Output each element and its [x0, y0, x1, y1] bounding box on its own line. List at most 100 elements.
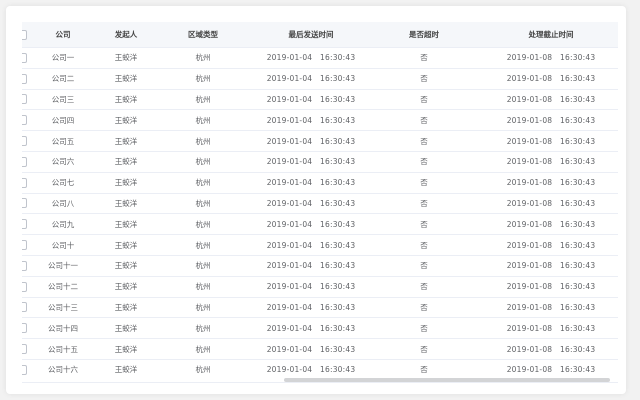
row-checkbox[interactable] — [22, 172, 34, 194]
column-header-timeout[interactable]: 是否超时 — [376, 22, 472, 48]
checkbox-icon — [22, 136, 27, 147]
cell-deadline: 2019-01-08 16:30:43 — [472, 297, 618, 319]
cell-company: 公司五 — [34, 130, 92, 152]
select-all-checkbox[interactable] — [22, 22, 34, 48]
cell-timeout: 否 — [376, 234, 472, 256]
column-header-last-sent[interactable]: 最后发送时间 — [246, 22, 376, 48]
row-checkbox[interactable] — [22, 109, 34, 132]
row-checkbox[interactable] — [22, 47, 34, 69]
cell-last-sent: 2019-01-04 16:30:43 — [246, 130, 376, 152]
horizontal-scrollbar[interactable] — [22, 378, 618, 383]
scrollbar-thumb[interactable] — [284, 378, 610, 382]
cell-company: 公司八 — [34, 193, 92, 215]
column-header-region[interactable]: 区域类型 — [160, 22, 246, 48]
column-header-initiator[interactable]: 发起人 — [92, 22, 160, 48]
cell-initiator: 王蛟洋 — [92, 172, 160, 194]
cell-last-sent: 2019-01-04 16:30:43 — [246, 276, 376, 298]
cell-region: 杭州 — [160, 47, 246, 69]
cell-initiator: 王蛟洋 — [92, 255, 160, 277]
cell-region: 杭州 — [160, 297, 246, 319]
cell-company: 公司九 — [34, 213, 92, 236]
table-row[interactable]: 公司五 王蛟洋 杭州 2019-01-04 16:30:43 否 2019-01-08 1… — [22, 130, 618, 152]
cell-last-sent: 2019-01-04 16:30:43 — [246, 47, 376, 69]
cell-last-sent: 2019-01-04 16:30:43 — [246, 317, 376, 340]
cell-initiator: 王蛟洋 — [92, 359, 160, 380]
table-viewport: 公司 发起人 区域类型 最后发送时间 是否超时 处理截止时间 公司一 王蛟洋 杭州 2… — [22, 22, 618, 380]
cell-timeout: 否 — [376, 276, 472, 298]
checkbox-icon — [22, 156, 27, 167]
cell-timeout: 否 — [376, 338, 472, 360]
cell-company: 公司六 — [34, 151, 92, 173]
cell-initiator: 王蛟洋 — [92, 276, 160, 298]
table-row[interactable]: 公司十三 王蛟洋 杭州 2019-01-04 16:30:43 否 2019-01-08 … — [22, 297, 618, 319]
cell-last-sent: 2019-01-04 16:30:43 — [246, 255, 376, 277]
row-checkbox[interactable] — [22, 89, 34, 111]
cell-region: 杭州 — [160, 317, 246, 340]
table-row[interactable]: 公司一 王蛟洋 杭州 2019-01-04 16:30:43 否 2019-01-08 1… — [22, 47, 618, 69]
table-row[interactable]: 公司九 王蛟洋 杭州 2019-01-04 16:30:43 否 2019-01-08 1… — [22, 213, 618, 236]
column-header-deadline[interactable]: 处理截止时间 — [472, 22, 618, 48]
cell-deadline: 2019-01-08 16:30:43 — [472, 109, 618, 132]
checkbox-icon — [22, 115, 27, 126]
checkbox-icon — [22, 240, 27, 251]
cell-timeout: 否 — [376, 213, 472, 236]
row-checkbox[interactable] — [22, 151, 34, 173]
cell-company: 公司一 — [34, 47, 92, 69]
table-row[interactable]: 公司十六 王蛟洋 杭州 2019-01-04 16:30:43 否 2019-01-08 … — [22, 359, 618, 380]
checkbox-icon — [22, 281, 27, 292]
row-checkbox[interactable] — [22, 276, 34, 298]
checkbox-icon — [22, 219, 27, 230]
cell-initiator: 王蛟洋 — [92, 234, 160, 256]
checkbox-icon — [22, 177, 27, 188]
checkbox-icon — [22, 302, 27, 313]
table-body: 公司一 王蛟洋 杭州 2019-01-04 16:30:43 否 2019-01-08 1… — [22, 47, 618, 380]
cell-deadline: 2019-01-08 16:30:43 — [472, 89, 618, 111]
row-checkbox[interactable] — [22, 317, 34, 340]
checkbox-icon — [22, 29, 27, 40]
cell-deadline: 2019-01-08 16:30:43 — [472, 276, 618, 298]
checkbox-icon — [22, 198, 27, 209]
cell-timeout: 否 — [376, 47, 472, 69]
table-row[interactable]: 公司七 王蛟洋 杭州 2019-01-04 16:30:43 否 2019-01-08 1… — [22, 172, 618, 194]
table-row[interactable]: 公司十 王蛟洋 杭州 2019-01-04 16:30:43 否 2019-01-08 1… — [22, 234, 618, 256]
cell-region: 杭州 — [160, 89, 246, 111]
cell-region: 杭州 — [160, 338, 246, 360]
row-checkbox[interactable] — [22, 359, 34, 380]
cell-initiator: 王蛟洋 — [92, 213, 160, 236]
row-checkbox[interactable] — [22, 130, 34, 152]
cell-last-sent: 2019-01-04 16:30:43 — [246, 68, 376, 90]
row-checkbox[interactable] — [22, 234, 34, 256]
cell-deadline: 2019-01-08 16:30:43 — [472, 68, 618, 90]
cell-company: 公司四 — [34, 109, 92, 132]
table-row[interactable]: 公司八 王蛟洋 杭州 2019-01-04 16:30:43 否 2019-01-08 1… — [22, 193, 618, 215]
table-row[interactable]: 公司十二 王蛟洋 杭州 2019-01-04 16:30:43 否 2019-01-08 … — [22, 276, 618, 298]
cell-timeout: 否 — [376, 193, 472, 215]
cell-deadline: 2019-01-08 16:30:43 — [472, 151, 618, 173]
cell-initiator: 王蛟洋 — [92, 68, 160, 90]
cell-last-sent: 2019-01-04 16:30:43 — [246, 297, 376, 319]
cell-deadline: 2019-01-08 16:30:43 — [472, 338, 618, 360]
table-row[interactable]: 公司十一 王蛟洋 杭州 2019-01-04 16:30:43 否 2019-01-08 … — [22, 255, 618, 277]
cell-deadline: 2019-01-08 16:30:43 — [472, 172, 618, 194]
cell-deadline: 2019-01-08 16:30:43 — [472, 234, 618, 256]
cell-deadline: 2019-01-08 16:30:43 — [472, 130, 618, 152]
table-row[interactable]: 公司四 王蛟洋 杭州 2019-01-04 16:30:43 否 2019-01-08 1… — [22, 109, 618, 132]
row-checkbox[interactable] — [22, 338, 34, 360]
table-row[interactable]: 公司十四 王蛟洋 杭州 2019-01-04 16:30:43 否 2019-01-08 … — [22, 317, 618, 340]
table-row[interactable]: 公司六 王蛟洋 杭州 2019-01-04 16:30:43 否 2019-01-08 1… — [22, 151, 618, 173]
row-checkbox[interactable] — [22, 193, 34, 215]
checkbox-icon — [22, 344, 27, 355]
table-row[interactable]: 公司二 王蛟洋 杭州 2019-01-04 16:30:43 否 2019-01-08 1… — [22, 68, 618, 90]
cell-region: 杭州 — [160, 213, 246, 236]
row-checkbox[interactable] — [22, 297, 34, 319]
table-row[interactable]: 公司十五 王蛟洋 杭州 2019-01-04 16:30:43 否 2019-01-08 … — [22, 338, 618, 360]
row-checkbox[interactable] — [22, 213, 34, 236]
column-header-company[interactable]: 公司 — [34, 22, 92, 48]
cell-company: 公司十 — [34, 234, 92, 256]
cell-deadline: 2019-01-08 16:30:43 — [472, 255, 618, 277]
row-checkbox[interactable] — [22, 255, 34, 277]
table-row[interactable]: 公司三 王蛟洋 杭州 2019-01-04 16:30:43 否 2019-01-08 1… — [22, 89, 618, 111]
cell-initiator: 王蛟洋 — [92, 151, 160, 173]
scrollbar-track — [22, 382, 618, 383]
row-checkbox[interactable] — [22, 68, 34, 90]
